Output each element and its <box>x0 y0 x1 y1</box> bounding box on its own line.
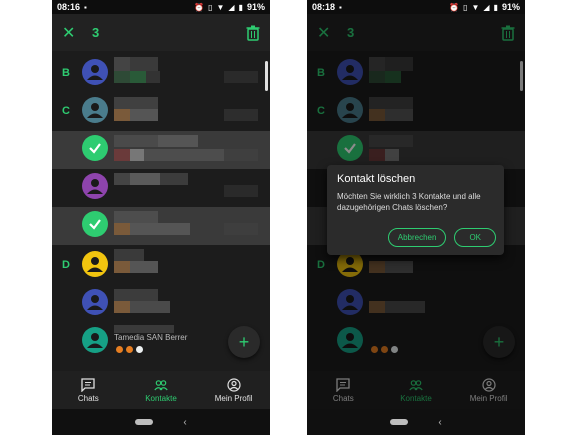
ok-button[interactable]: OK <box>454 228 496 247</box>
add-icon: + <box>238 331 250 352</box>
person-icon <box>82 59 108 85</box>
list-item[interactable] <box>52 285 270 323</box>
list-item-selected[interactable] <box>52 131 270 169</box>
pixelated-contact-name <box>114 55 264 93</box>
close-icon[interactable]: ✕ <box>62 23 84 43</box>
signal-icon: ◢ <box>483 2 490 12</box>
scrollbar[interactable] <box>265 61 268 91</box>
profile-icon <box>227 377 241 392</box>
list-item[interactable] <box>52 169 270 207</box>
nav-chats-label: Chats <box>77 393 99 403</box>
dialog-title: Kontakt löschen <box>337 173 416 185</box>
list-item-selected[interactable] <box>52 207 270 245</box>
vibrate-icon: ▯ <box>208 2 213 12</box>
selection-count: 3 <box>92 25 100 40</box>
contact-list[interactable]: B C D <box>52 51 270 371</box>
person-icon <box>82 327 108 353</box>
section-letter: C <box>62 105 70 117</box>
notification-icon: ▪ <box>339 2 342 12</box>
back-icon[interactable]: ‹ <box>438 417 441 428</box>
pixelated-contact-name <box>114 207 264 245</box>
home-button[interactable] <box>135 419 154 425</box>
person-icon <box>82 97 108 123</box>
wifi-icon: ▼ <box>216 2 225 12</box>
status-bar: 08:18 ▪ ⏰ ▯ ▼ ◢ ▮ 91% <box>307 0 525 14</box>
status-bar: 08:16 ▪ ⏰ ▯ ▼ ◢ ▮ 91% <box>52 0 270 14</box>
vibrate-icon: ▯ <box>463 2 468 12</box>
wifi-icon: ▼ <box>471 2 480 12</box>
contact-name-partial: Tamedia SAN Berrer <box>114 333 188 342</box>
battery-percent: 91% <box>501 2 520 12</box>
status-time: 08:16 <box>57 2 81 12</box>
person-icon <box>82 251 108 277</box>
pixelated-contact-name <box>114 131 264 169</box>
home-button[interactable] <box>390 419 409 425</box>
alarm-icon: ⏰ <box>449 2 460 12</box>
system-navigation: ‹ <box>52 409 270 435</box>
phone-screen-left: 08:16 ▪ ⏰ ▯ ▼ ◢ ▮ 91% ✕ 3 B C D Tamedia … <box>52 0 270 435</box>
delete-contact-dialog: Kontakt löschen Möchten Sie wirklich 3 K… <box>327 165 504 255</box>
signal-icon: ◢ <box>228 2 235 12</box>
pixelated-contact-name <box>114 285 264 323</box>
battery-icon: ▮ <box>493 2 498 12</box>
checkmark-icon <box>82 211 108 237</box>
pixelated-contact-name <box>114 169 264 207</box>
selection-toolbar: ✕ 3 <box>52 14 270 51</box>
contacts-icon <box>154 379 168 390</box>
nav-profile[interactable]: Mein Profil <box>199 377 269 403</box>
back-icon[interactable]: ‹ <box>183 417 186 428</box>
phone-screen-right: 08:18 ▪ ⏰ ▯ ▼ ◢ ▮ 91% ✕ 3 B C D + Chats … <box>307 0 525 435</box>
notification-icon: ▪ <box>84 2 87 12</box>
battery-percent: 91% <box>246 2 265 12</box>
battery-icon: ▮ <box>238 2 243 12</box>
chat-icon <box>81 377 95 392</box>
cancel-button[interactable]: Abbrechen <box>387 228 447 247</box>
bottom-navigation: Chats Kontakte Mein Profil <box>52 371 270 409</box>
list-item[interactable]: B <box>52 55 270 93</box>
dialog-message: Möchten Sie wirklich 3 Kontakte und alle… <box>337 192 481 212</box>
section-letter: B <box>62 67 70 79</box>
nav-profile-label: Mein Profil <box>214 393 253 403</box>
person-icon <box>82 173 108 199</box>
add-contact-button[interactable]: + <box>228 326 260 358</box>
status-dot <box>126 346 133 353</box>
status-dots <box>116 346 143 353</box>
checkmark-icon <box>82 135 108 161</box>
system-navigation: ‹ <box>307 409 525 435</box>
pixelated-contact-name <box>114 93 264 131</box>
status-dot <box>116 346 123 353</box>
list-item[interactable]: C <box>52 93 270 131</box>
nav-contacts-label: Kontakte <box>145 393 177 403</box>
status-dot <box>136 346 143 353</box>
nav-contacts[interactable]: Kontakte <box>126 378 196 403</box>
alarm-icon: ⏰ <box>194 2 205 12</box>
pixelated-contact-name <box>114 247 264 285</box>
status-time: 08:18 <box>312 2 336 12</box>
list-item[interactable]: D <box>52 247 270 285</box>
trash-icon[interactable] <box>246 25 260 41</box>
section-letter: D <box>62 259 70 271</box>
person-icon <box>82 289 108 315</box>
nav-chats[interactable]: Chats <box>53 377 123 403</box>
